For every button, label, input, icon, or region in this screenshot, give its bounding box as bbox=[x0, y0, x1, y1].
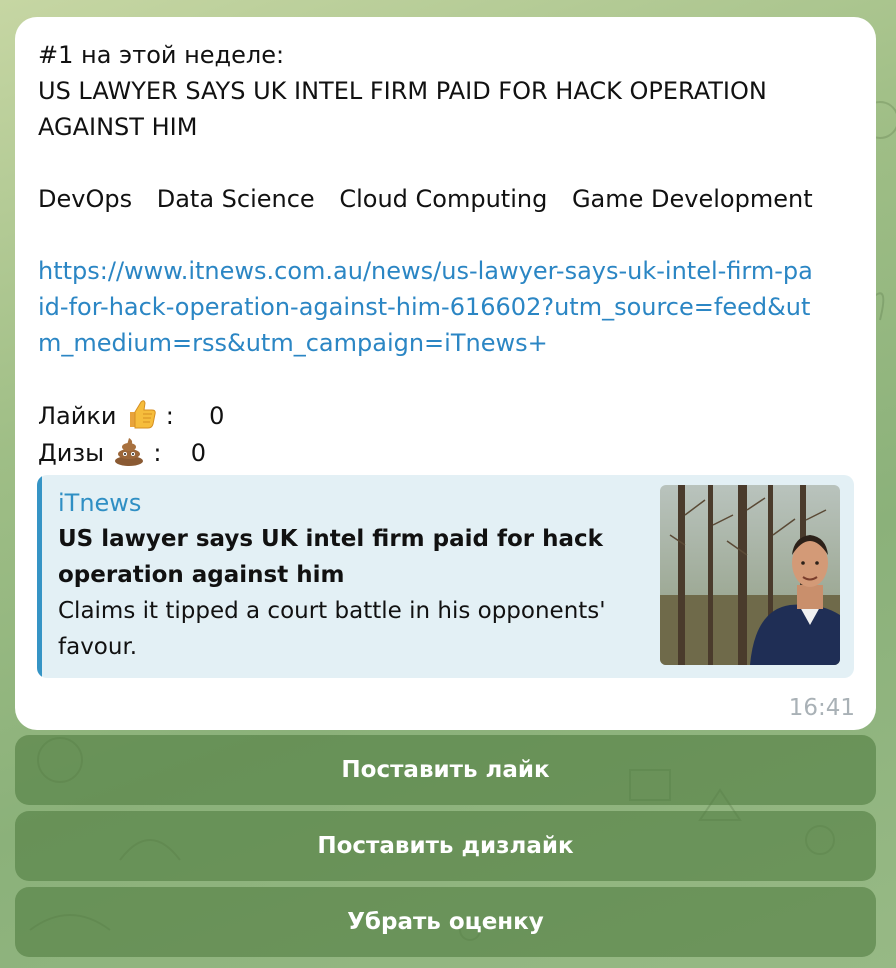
dislikes-row: Дизы : 0 bbox=[38, 434, 854, 471]
message-header: #1 на этой неделе: bbox=[38, 41, 285, 69]
message-bubble: #1 на этой неделе: US LAWYER SAYS UK INT… bbox=[15, 17, 876, 730]
tag-cloud-computing: Cloud Computing bbox=[339, 185, 548, 213]
dislikes-count: 0 bbox=[190, 439, 206, 467]
preview-site-name: iTnews bbox=[58, 489, 142, 517]
preview-title: US lawyer says UK intel firm paid for ha… bbox=[58, 526, 603, 588]
preview-description: Claims it tipped a court battle in his o… bbox=[58, 598, 606, 660]
tag-game-development: Game Development bbox=[571, 185, 813, 213]
likes-separator: : bbox=[165, 402, 174, 430]
likes-row: Лайки : 0 bbox=[38, 397, 854, 434]
message-timestamp: 16:41 bbox=[788, 695, 855, 721]
headline-line-2: AGAINST HIM bbox=[38, 113, 198, 141]
tag-list: DevOps Data Science Cloud Computing Game… bbox=[38, 181, 854, 217]
dislikes-separator: : bbox=[153, 439, 162, 467]
preview-thumbnail bbox=[660, 485, 840, 665]
link-preview[interactable]: iTnews US lawyer says UK intel firm paid… bbox=[37, 475, 854, 678]
like-button[interactable]: Поставить лайк bbox=[15, 735, 876, 805]
likes-label: Лайки bbox=[38, 402, 117, 430]
tag-devops: DevOps bbox=[38, 185, 133, 213]
article-link[interactable]: https://www.itnews.com.au/news/us-lawyer… bbox=[38, 253, 818, 361]
reset-rating-button[interactable]: Убрать оценку bbox=[15, 887, 876, 957]
dislikes-label: Дизы bbox=[38, 439, 105, 467]
likes-count: 0 bbox=[209, 402, 225, 430]
pile-of-poo-icon bbox=[114, 438, 143, 466]
tag-data-science: Data Science bbox=[156, 185, 315, 213]
headline-line-1: US LAWYER SAYS UK INTEL FIRM PAID FOR HA… bbox=[38, 77, 767, 105]
preview-accent-bar bbox=[37, 475, 42, 678]
dislike-button[interactable]: Поставить дизлайк bbox=[15, 811, 876, 881]
thumbs-up-icon bbox=[130, 400, 156, 429]
